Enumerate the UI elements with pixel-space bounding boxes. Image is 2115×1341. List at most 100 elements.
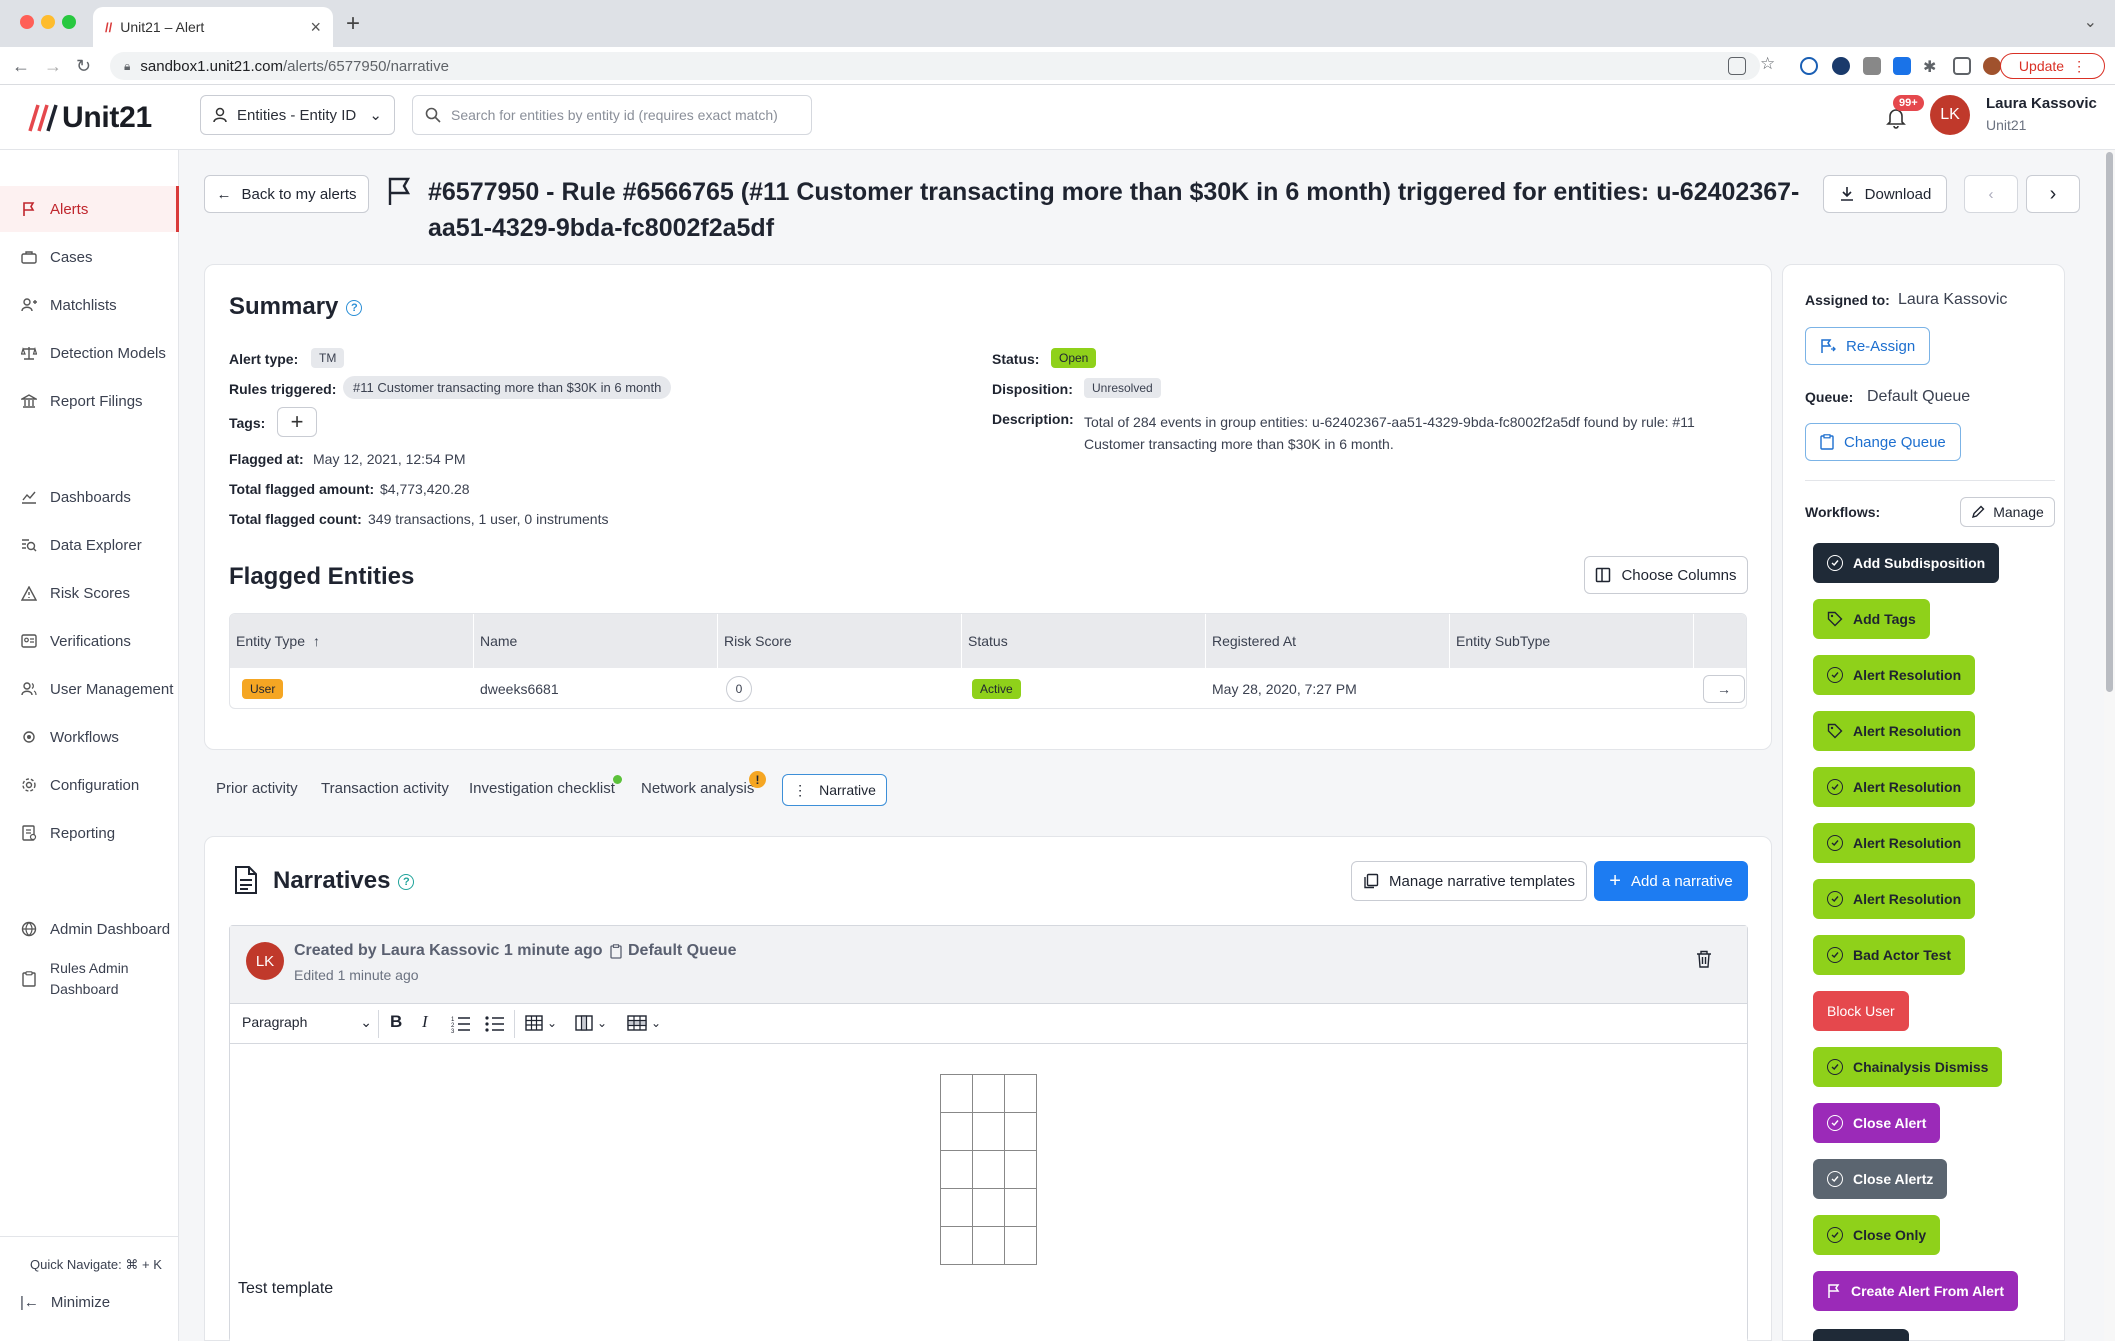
sidebar-item-configuration[interactable]: Configuration	[0, 762, 179, 808]
extension-circle-icon[interactable]	[1832, 57, 1850, 75]
forward-arrow-icon[interactable]: →	[44, 56, 62, 77]
narrative-editor-body[interactable]: Test template	[230, 1044, 1747, 1341]
insert-table-button[interactable]: ⌄	[525, 1015, 557, 1031]
italic-icon[interactable]: I	[422, 1012, 428, 1032]
workflow-alert-resolution-button[interactable]: Alert Resolution	[1813, 823, 1976, 863]
sidebar-item-verifications[interactable]: Verifications	[0, 618, 179, 664]
reload-icon[interactable]: ↻	[76, 56, 91, 77]
sidebar-item-detection-models[interactable]: Detection Models	[0, 330, 179, 376]
sidebar-item-workflows[interactable]: Workflows	[0, 714, 179, 760]
workflow-create-alert-from-alert-button[interactable]: Create Alert From Alert	[1813, 1271, 2019, 1311]
embedded-table-grid[interactable]	[940, 1074, 1037, 1265]
extension-camera-icon[interactable]	[1863, 57, 1881, 75]
tab-investigation-checklist[interactable]: Investigation checklist	[469, 780, 615, 797]
manage-narrative-templates-button[interactable]: Manage narrative templates	[1351, 861, 1587, 901]
column-header-entity-type[interactable]: Entity Type ↑	[230, 614, 474, 668]
puzzle-extensions-icon[interactable]: ✱	[1923, 57, 1941, 76]
tab-search-chevron-icon[interactable]: ⌄	[2084, 12, 2097, 32]
workflow-close-alertz-button[interactable]: Close Alertz	[1813, 1159, 1948, 1199]
url-field[interactable]: 🔒︎ sandbox1.unit21.com/alerts/6577950/na…	[110, 52, 1760, 80]
column-label: Risk Score	[724, 633, 792, 649]
workflow-add-tags-button[interactable]: Add Tags	[1813, 599, 1930, 639]
column-header-risk-score[interactable]: Risk Score	[718, 614, 962, 668]
minimize-sidebar-button[interactable]: |← Minimize	[20, 1294, 110, 1311]
reassign-button[interactable]: Re-Assign	[1805, 327, 1931, 365]
add-tag-button[interactable]: +	[277, 407, 317, 437]
back-to-alerts-button[interactable]: ← Back to my alerts	[204, 175, 369, 213]
numbered-list-icon[interactable]: 123	[451, 1015, 471, 1033]
sidebar-item-matchlists[interactable]: Matchlists	[0, 282, 179, 328]
choose-columns-button[interactable]: Choose Columns	[1584, 556, 1748, 594]
open-entity-arrow-button[interactable]: →	[1703, 675, 1745, 703]
add-narrative-button[interactable]: + Add a narrative	[1594, 861, 1748, 901]
workflow-bad-actor-test-button[interactable]: Bad Actor Test	[1813, 935, 1966, 975]
user-plus-icon	[20, 296, 38, 314]
password-manager-icon[interactable]	[1800, 57, 1818, 75]
workflow-chainalysis-dismiss-button[interactable]: Chainalysis Dismiss	[1813, 1047, 2003, 1087]
column-header-status[interactable]: Status	[962, 614, 1206, 668]
user-name[interactable]: Laura Kassovic	[1986, 95, 2097, 112]
sidebar-item-risk-scores[interactable]: Risk Scores	[0, 570, 179, 616]
alert-type-chip: TM	[311, 348, 345, 368]
unit21-logo[interactable]: Unit21	[26, 101, 152, 135]
sidebar-item-data-explorer[interactable]: Data Explorer	[0, 522, 179, 568]
bullet-list-icon[interactable]	[485, 1015, 505, 1033]
sidebar-item-user-management[interactable]: User Management	[0, 666, 179, 712]
help-icon[interactable]: ?	[398, 873, 415, 890]
sidebar-item-reporting[interactable]: Reporting	[0, 810, 179, 856]
sidebar-item-rules-admin-dashboard[interactable]: Rules Admin Dashboard	[0, 954, 179, 1004]
entity-name-cell[interactable]: dweeks6681	[474, 668, 559, 708]
back-arrow-icon[interactable]: ←	[12, 56, 30, 77]
sidebar-item-admin-dashboard[interactable]: Admin Dashboard	[0, 906, 179, 952]
workflow-alert-resolution-button[interactable]: Alert Resolution	[1813, 879, 1976, 919]
bold-icon[interactable]: B	[390, 1012, 402, 1032]
tab-transaction-activity[interactable]: Transaction activity	[321, 780, 449, 797]
page-scrollbar-thumb[interactable]	[2106, 152, 2113, 692]
workflow-next-button-partial[interactable]	[1813, 1329, 1909, 1341]
workflow-alert-resolution-button[interactable]: Alert Resolution	[1813, 655, 1976, 695]
workflow-alert-resolution-button[interactable]: Alert Resolution	[1813, 711, 1976, 751]
side-panel-icon[interactable]	[1953, 57, 1971, 75]
workflow-alert-resolution-button[interactable]: Alert Resolution	[1813, 767, 1976, 807]
workflow-close-only-button[interactable]: Close Only	[1813, 1215, 1941, 1255]
new-tab-icon[interactable]: +	[346, 10, 360, 38]
zoom-window-dot[interactable]	[62, 15, 76, 29]
trash-icon[interactable]	[1696, 950, 1712, 968]
column-header-entity-subtype[interactable]: Entity SubType	[1450, 614, 1694, 668]
tab-network-analysis[interactable]: Network analysis	[641, 780, 754, 797]
previous-alert-button[interactable]: ‹	[1964, 175, 2018, 213]
workflow-block-user-button[interactable]: Block User	[1813, 991, 1909, 1031]
change-queue-button[interactable]: Change Queue	[1805, 423, 1961, 461]
profile-avatar-icon[interactable]	[1983, 57, 2001, 75]
user-avatar[interactable]: LK	[1930, 95, 1970, 135]
entity-search-input[interactable]: Search for entities by entity id (requir…	[412, 95, 812, 135]
download-extension-icon[interactable]	[1893, 57, 1911, 75]
bookmark-star-icon[interactable]: ☆	[1760, 54, 1778, 73]
workflow-close-alert-button[interactable]: Close Alert	[1813, 1103, 1941, 1143]
close-window-dot[interactable]	[20, 15, 34, 29]
next-alert-button[interactable]: ›	[2026, 175, 2080, 213]
sidebar-item-alerts[interactable]: Alerts	[0, 186, 179, 232]
column-header-registered-at[interactable]: Registered At	[1206, 614, 1450, 668]
browser-tab[interactable]: // Unit21 – Alert ×	[93, 7, 333, 47]
sidebar-item-report-filings[interactable]: Report Filings	[0, 378, 179, 424]
rule-chip[interactable]: #11 Customer transacting more than $30K …	[343, 376, 672, 399]
manage-workflows-button[interactable]: Manage	[1960, 497, 2055, 527]
close-tab-icon[interactable]: ×	[310, 17, 321, 38]
browser-update-button[interactable]: Update ⋮	[2000, 53, 2105, 79]
tab-prior-activity[interactable]: Prior activity	[216, 780, 298, 797]
entity-type-select[interactable]: Entities - Entity ID ⌄	[200, 95, 395, 135]
sidebar-item-dashboards[interactable]: Dashboards	[0, 474, 179, 520]
table-column-button[interactable]: ⌄	[575, 1015, 607, 1031]
workflow-add-subdisposition-button[interactable]: Add Subdisposition	[1813, 543, 2000, 583]
tab-narrative[interactable]: ⋮ Narrative	[782, 774, 887, 806]
help-icon[interactable]: ?	[346, 299, 363, 316]
paragraph-style-select[interactable]: Paragraph ⌄	[242, 1014, 372, 1031]
browser-tab-strip: // Unit21 – Alert × + ⌄	[0, 0, 2115, 47]
sidebar-item-cases[interactable]: Cases	[0, 234, 179, 280]
table-row-button[interactable]: ⌄	[627, 1015, 661, 1031]
minimize-window-dot[interactable]	[41, 15, 55, 29]
download-button[interactable]: Download	[1823, 175, 1947, 213]
share-icon[interactable]	[1728, 57, 1746, 75]
column-header-name[interactable]: Name	[474, 614, 718, 668]
